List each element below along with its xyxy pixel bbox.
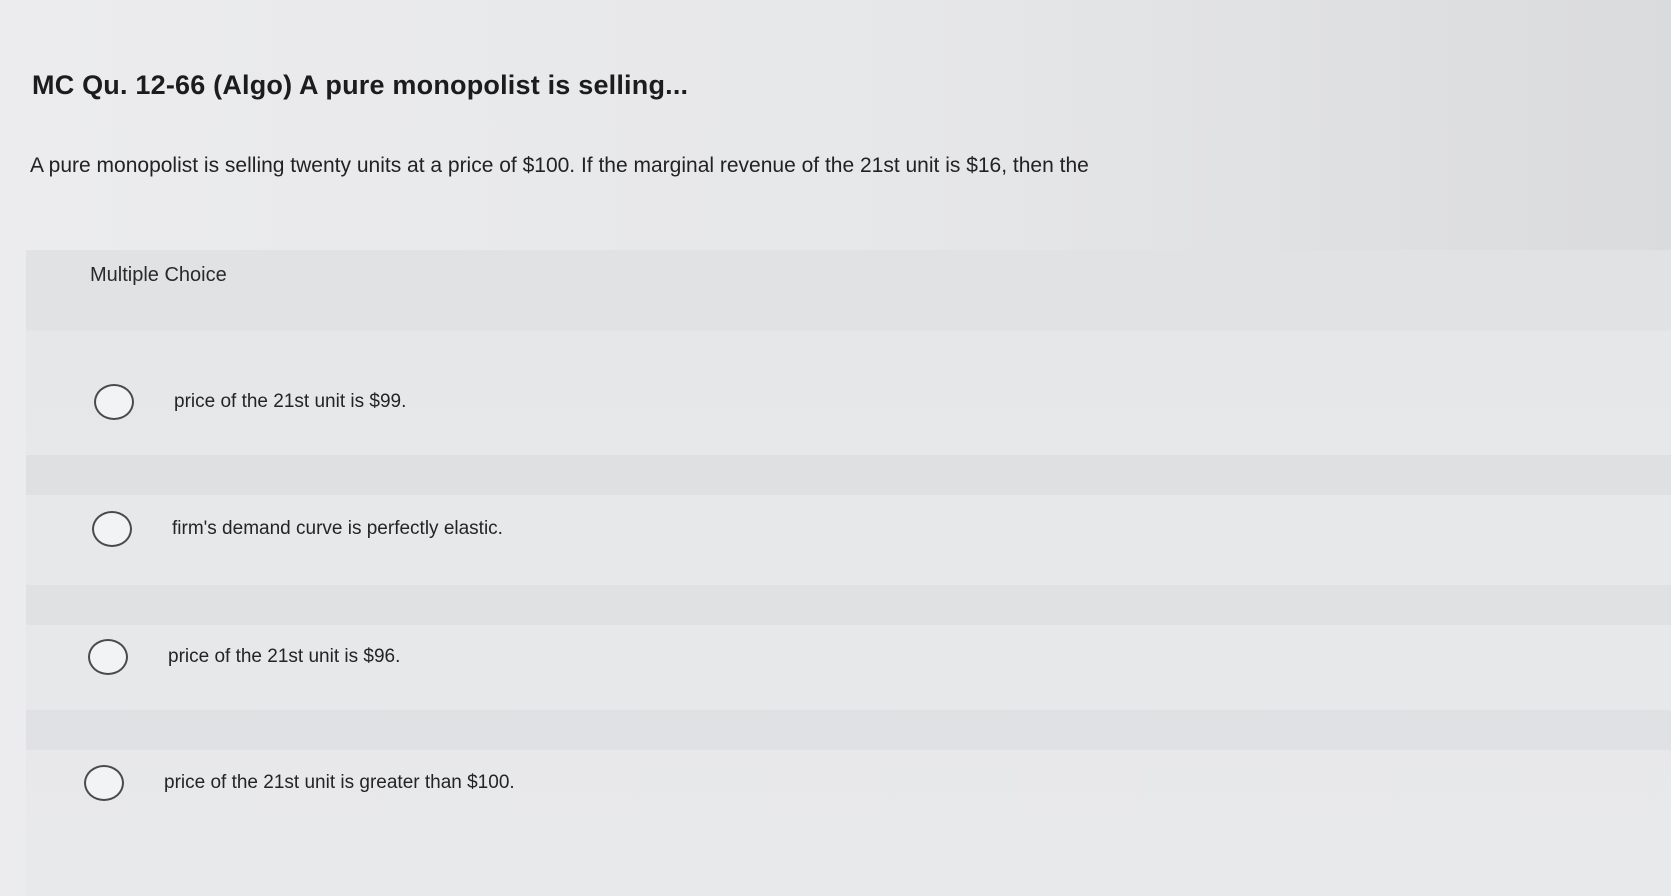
choice-option-4[interactable]: price of the 21st unit is greater than $… — [84, 760, 515, 806]
choice-label: price of the 21st unit is $96. — [168, 646, 401, 667]
choice-option-2[interactable]: firm's demand curve is perfectly elastic… — [92, 506, 503, 552]
choice-label: price of the 21st unit is $99. — [174, 391, 407, 412]
choice-option-3[interactable]: price of the 21st unit is $96. — [88, 634, 400, 680]
multiple-choice-panel: Multiple Choice price of the 21st unit i… — [26, 250, 1671, 896]
question-prompt: A pure monopolist is selling twenty unit… — [30, 154, 1089, 177]
radio-button[interactable] — [94, 384, 134, 420]
question-title: MC Qu. 12-66 (Algo) A pure monopolist is… — [32, 70, 689, 100]
choice-option-1[interactable]: price of the 21st unit is $99. — [94, 379, 406, 425]
radio-button[interactable] — [88, 639, 128, 675]
choices-heading: Multiple Choice — [90, 264, 227, 286]
row-band — [26, 710, 1671, 750]
page: MC Qu. 12-66 (Algo) A pure monopolist is… — [0, 0, 1671, 896]
radio-button[interactable] — [84, 765, 124, 801]
row-band — [26, 455, 1671, 495]
choice-label: firm's demand curve is perfectly elastic… — [172, 518, 503, 539]
row-band — [26, 585, 1671, 625]
choice-label: price of the 21st unit is greater than $… — [164, 772, 515, 793]
radio-button[interactable] — [92, 511, 132, 547]
